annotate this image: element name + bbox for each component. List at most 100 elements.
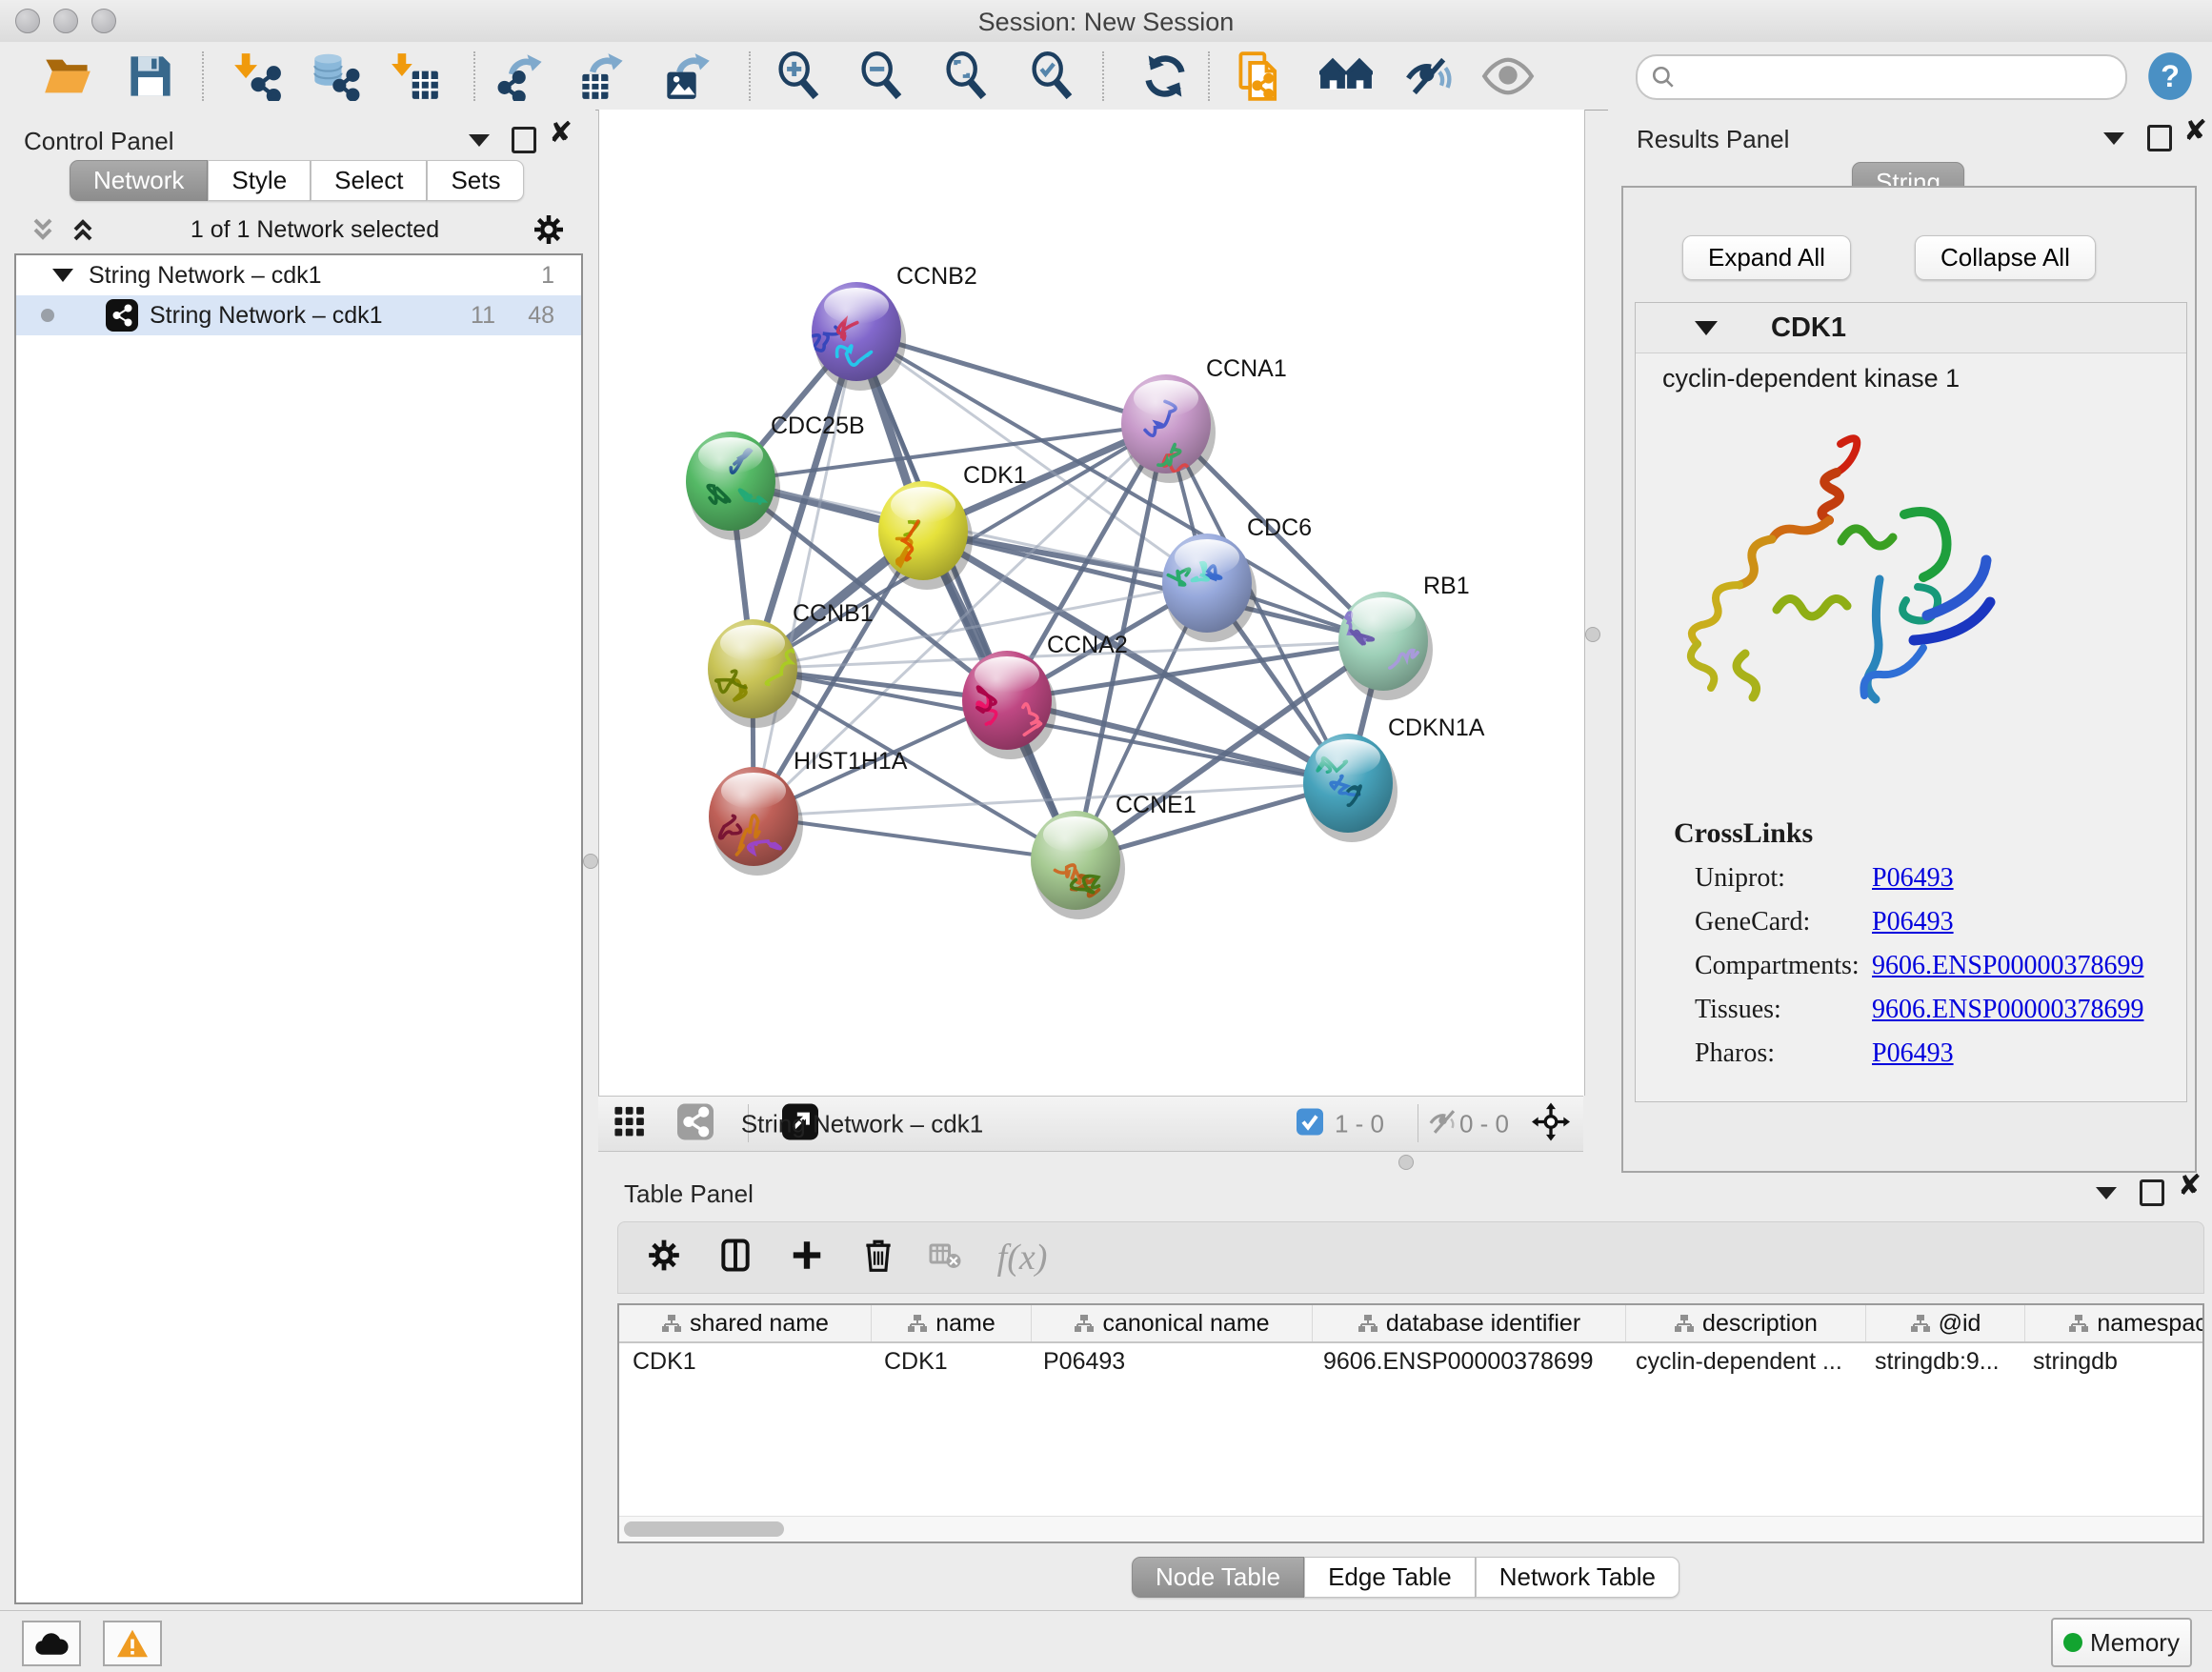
add-column-button[interactable] — [789, 1238, 825, 1279]
network-node-CCNB2[interactable]: CCNB2 — [811, 263, 977, 391]
panel-menu-icon[interactable] — [469, 134, 490, 147]
node-label-CDKN1A: CDKN1A — [1388, 715, 1485, 741]
export-table-button[interactable] — [576, 50, 630, 103]
save-session-button[interactable] — [124, 50, 177, 103]
column-header-description[interactable]: description — [1626, 1305, 1866, 1341]
table-cell[interactable]: CDK1 — [619, 1343, 871, 1380]
delete-column-button[interactable] — [860, 1238, 896, 1279]
selected-checkbox[interactable] — [1297, 1108, 1323, 1139]
column-header-canonicalname[interactable]: canonical name — [1032, 1305, 1313, 1341]
birds-eye-crosshair-icon[interactable] — [1532, 1102, 1570, 1145]
panel-menu-icon[interactable] — [2103, 132, 2124, 145]
column-header-name[interactable]: name — [872, 1305, 1032, 1341]
network-row[interactable]: String Network – cdk1 11 48 — [16, 295, 581, 335]
zoom-selected-button[interactable] — [1025, 50, 1078, 103]
panel-close-icon[interactable]: ✘ — [549, 123, 573, 144]
tab-edge-table[interactable]: Edge Table — [1304, 1557, 1476, 1598]
network-node-CDKN1A[interactable]: CDKN1A — [1303, 715, 1485, 842]
column-header-id[interactable]: @id — [1866, 1305, 2025, 1341]
panel-float-icon[interactable] — [2140, 1179, 2164, 1206]
show-columns-button[interactable] — [717, 1238, 754, 1279]
first-neighbors-button[interactable] — [1319, 50, 1373, 103]
string-network-icon — [106, 299, 138, 332]
network-node-RB1[interactable]: RB1 — [1332, 573, 1470, 700]
network-node-CCNA1[interactable]: CCNA1 — [1121, 355, 1287, 483]
node-section-header[interactable]: CDK1 — [1636, 303, 2186, 353]
table-cell[interactable]: CDK1 — [871, 1343, 1030, 1380]
right-splitter-handle[interactable] — [1585, 627, 1600, 642]
column-header-namespace[interactable]: namespace — [2025, 1305, 2204, 1341]
tab-network-table[interactable]: Network Table — [1476, 1557, 1679, 1598]
table-settings-button[interactable] — [646, 1238, 682, 1279]
tab-sets[interactable]: Sets — [427, 160, 524, 201]
zoom-fit-button[interactable] — [939, 50, 993, 103]
crosslink-uniprot-link[interactable]: P06493 — [1872, 863, 1954, 893]
grid-view-button[interactable] — [613, 1105, 646, 1142]
panel-menu-icon[interactable] — [2096, 1187, 2117, 1199]
collapse-all-chevron-icon[interactable] — [28, 214, 58, 245]
gene-description: cyclin-dependent kinase 1 — [1662, 364, 1960, 393]
network-collection-row[interactable]: String Network – cdk1 1 — [16, 255, 581, 295]
column-header-sharedname[interactable]: shared name — [619, 1305, 872, 1341]
memory-button[interactable]: Memory — [2051, 1618, 2192, 1667]
toolbar-separator — [749, 51, 751, 101]
section-collapse-icon[interactable] — [1695, 321, 1718, 335]
open-session-button[interactable] — [41, 50, 94, 103]
network-graph[interactable]: CCNB2CCNA1CDC25BCDK1CDC6RB1CCNB1CCNA2CDK… — [599, 110, 1584, 1096]
collapse-all-button[interactable]: Collapse All — [1915, 235, 2096, 280]
network-node-HIST1H1A[interactable]: HIST1H1A — [709, 748, 908, 876]
show-all-button[interactable] — [1481, 50, 1535, 103]
horizontal-splitter-handle[interactable] — [1398, 1155, 1414, 1170]
crosslink-tissues-link[interactable]: 9606.ENSP00000378699 — [1872, 995, 2143, 1024]
import-table-button[interactable] — [389, 50, 442, 103]
left-splitter-handle[interactable] — [583, 854, 598, 869]
zoom-in-icon — [774, 51, 823, 101]
tab-node-table[interactable]: Node Table — [1132, 1557, 1304, 1598]
svg-text:?: ? — [2161, 58, 2180, 92]
table-cell[interactable]: cyclin-dependent ... — [1622, 1343, 1861, 1380]
network-canvas[interactable]: CCNB2CCNA1CDC25BCDK1CDC6RB1CCNB1CCNA2CDK… — [598, 110, 1585, 1096]
panel-float-icon[interactable] — [512, 127, 536, 153]
hidden-eye-slash-icon[interactable] — [1428, 1105, 1460, 1142]
refresh-button[interactable] — [1138, 50, 1192, 103]
column-header-databaseidentifier[interactable]: database identifier — [1313, 1305, 1626, 1341]
zoom-out-button[interactable] — [855, 50, 908, 103]
duplicate-network-button[interactable] — [1234, 50, 1287, 103]
control-panel-tabs: Network Style Select Sets — [70, 160, 524, 201]
crosslink-compartments-link[interactable]: 9606.ENSP00000378699 — [1872, 951, 2143, 980]
expand-all-button[interactable]: Expand All — [1682, 235, 1851, 280]
network-node-CDC6[interactable]: CDC6 — [1162, 514, 1312, 642]
hide-selected-button[interactable] — [1402, 50, 1456, 103]
import-network-database-button[interactable] — [309, 50, 362, 103]
import-network-file-button[interactable] — [231, 50, 284, 103]
tab-style[interactable]: Style — [208, 160, 311, 201]
crosslink-pharos-link[interactable]: P06493 — [1872, 1038, 1954, 1068]
search-input[interactable] — [1676, 63, 2080, 92]
panel-close-icon[interactable]: ✘ — [2183, 121, 2207, 142]
panel-close-icon[interactable]: ✘ — [2178, 1176, 2202, 1197]
table-cell[interactable]: P06493 — [1030, 1343, 1310, 1380]
expand-all-chevron-icon[interactable] — [68, 214, 98, 245]
tab-network[interactable]: Network — [70, 160, 208, 201]
crosslink-genecard-link[interactable]: P06493 — [1872, 907, 1954, 937]
scrollbar-thumb[interactable] — [624, 1521, 784, 1537]
network-node-CDC25B[interactable]: CDC25B — [686, 413, 865, 540]
help-button[interactable]: ? — [2143, 50, 2197, 103]
export-image-button[interactable] — [661, 50, 714, 103]
tree-expander-icon[interactable] — [52, 269, 73, 282]
zoom-in-button[interactable] — [772, 50, 825, 103]
table-horizontal-scrollbar[interactable] — [619, 1516, 2202, 1541]
export-network-button[interactable] — [495, 50, 549, 103]
network-node-CDK1[interactable]: CDK1 — [878, 462, 1027, 590]
warning-status-button[interactable] — [103, 1621, 162, 1666]
panel-float-icon[interactable] — [2147, 125, 2172, 151]
zoom-selected-icon — [1027, 51, 1076, 101]
table-row[interactable]: CDK1CDK1P064939606.ENSP00000378699cyclin… — [619, 1343, 2202, 1380]
table-cell[interactable]: stringdb:9... — [1861, 1343, 2020, 1380]
cloud-status-button[interactable] — [22, 1621, 81, 1666]
gear-icon[interactable] — [532, 212, 566, 247]
table-cell[interactable]: stringdb — [2020, 1343, 2204, 1380]
tab-select[interactable]: Select — [311, 160, 427, 201]
table-cell[interactable]: 9606.ENSP00000378699 — [1310, 1343, 1622, 1380]
share-view-button[interactable] — [677, 1103, 714, 1144]
